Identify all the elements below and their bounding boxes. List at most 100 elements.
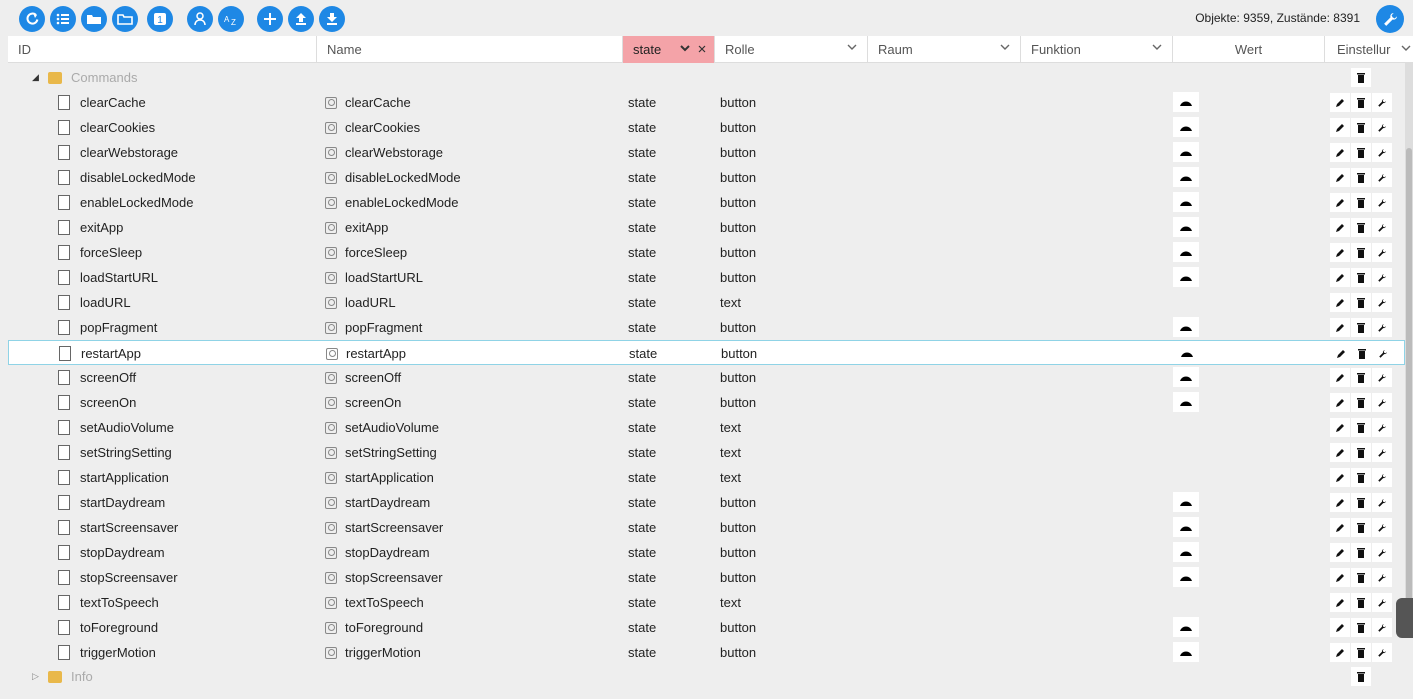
column-function[interactable]: Funktion — [1021, 36, 1173, 63]
settings-button[interactable] — [1372, 193, 1392, 212]
table-row[interactable]: toForeground toForeground state button — [8, 615, 1405, 640]
delete-button[interactable] — [1351, 393, 1371, 412]
one-level-button[interactable]: 1 — [147, 6, 173, 32]
delete-button[interactable] — [1351, 293, 1371, 312]
table-row[interactable]: loadStartURL loadStartURL state button — [8, 265, 1405, 290]
settings-button[interactable] — [1372, 568, 1392, 587]
download-button[interactable] — [319, 6, 345, 32]
table-row[interactable]: setStringSetting setStringSetting state tex… — [8, 440, 1405, 465]
settings-button[interactable] — [1372, 218, 1392, 237]
delete-button[interactable] — [1351, 368, 1371, 387]
press-button[interactable] — [1173, 392, 1199, 412]
settings-button[interactable] — [1372, 143, 1392, 162]
edit-button[interactable] — [1330, 443, 1350, 462]
column-id[interactable]: ID — [8, 36, 317, 63]
settings-button[interactable] — [1376, 5, 1404, 33]
chevron-down-icon[interactable] — [847, 43, 857, 53]
settings-button[interactable] — [1372, 468, 1392, 487]
edit-button[interactable] — [1330, 543, 1350, 562]
refresh-button[interactable] — [19, 6, 45, 32]
delete-button[interactable] — [1351, 68, 1371, 87]
table-row[interactable]: forceSleep forceSleep state button — [8, 240, 1405, 265]
edit-button[interactable] — [1330, 418, 1350, 437]
settings-button[interactable] — [1372, 443, 1392, 462]
chevron-down-icon[interactable] — [1401, 45, 1411, 53]
collapse-all-button[interactable] — [112, 6, 138, 32]
press-button[interactable] — [1173, 242, 1199, 262]
table-row[interactable]: screenOn screenOn state button — [8, 390, 1405, 415]
delete-button[interactable] — [1351, 618, 1371, 637]
edit-button[interactable] — [1330, 168, 1350, 187]
table-row[interactable]: clearCookies clearCookies state button — [8, 115, 1405, 140]
table-row[interactable]: triggerMotion triggerMotion state button — [8, 640, 1405, 665]
settings-button[interactable] — [1372, 543, 1392, 562]
clear-filter-icon[interactable] — [698, 45, 706, 53]
press-button[interactable] — [1173, 542, 1199, 562]
settings-button[interactable] — [1372, 593, 1392, 612]
table-row[interactable]: disableLockedMode disableLockedMode state b… — [8, 165, 1405, 190]
column-settings[interactable]: Einstellur — [1325, 36, 1413, 63]
delete-button[interactable] — [1351, 543, 1371, 562]
delete-button[interactable] — [1351, 193, 1371, 212]
table-row[interactable]: setAudioVolume setAudioVolume state text — [8, 415, 1405, 440]
press-button[interactable] — [1173, 567, 1199, 587]
edit-button[interactable] — [1330, 318, 1350, 337]
chevron-down-icon[interactable] — [680, 45, 690, 53]
settings-button[interactable] — [1372, 168, 1392, 187]
press-button[interactable] — [1173, 492, 1199, 512]
table-row[interactable]: startScreensaver startScreensaver state but… — [8, 515, 1405, 540]
delete-button[interactable] — [1351, 493, 1371, 512]
edit-button[interactable] — [1330, 118, 1350, 137]
table-row[interactable]: loadURL loadURL state text — [8, 290, 1405, 315]
table-row[interactable]: startApplication startApplication state tex… — [8, 465, 1405, 490]
column-type-filter[interactable]: state — [623, 36, 715, 63]
edit-button[interactable] — [1330, 268, 1350, 287]
edit-button[interactable] — [1330, 293, 1350, 312]
edit-button[interactable] — [1330, 493, 1350, 512]
table-row[interactable]: textToSpeech textToSpeech state text — [8, 590, 1405, 615]
delete-button[interactable] — [1351, 443, 1371, 462]
table-row[interactable]: exitApp exitApp state button — [8, 215, 1405, 240]
table-row[interactable]: clearCache clearCache state button — [8, 90, 1405, 115]
edit-button[interactable] — [1330, 593, 1350, 612]
expand-all-button[interactable] — [81, 6, 107, 32]
edit-button[interactable] — [1330, 368, 1350, 387]
settings-button[interactable] — [1372, 493, 1392, 512]
press-button[interactable] — [1173, 167, 1199, 187]
settings-button[interactable] — [1372, 293, 1392, 312]
table-row[interactable]: stopScreensaver stopScreensaver state butto… — [8, 565, 1405, 590]
scrollbar-thumb[interactable] — [1406, 148, 1412, 618]
settings-button[interactable] — [1372, 418, 1392, 437]
add-button[interactable] — [257, 6, 283, 32]
table-row[interactable]: startDaydream startDaydream state button — [8, 490, 1405, 515]
edit-button[interactable] — [1330, 468, 1350, 487]
settings-button[interactable] — [1372, 243, 1392, 262]
sort-button[interactable]: AZ — [218, 6, 244, 32]
delete-button[interactable] — [1351, 268, 1371, 287]
edit-button[interactable] — [1330, 618, 1350, 637]
table-row[interactable]: popFragment popFragment state button — [8, 315, 1405, 340]
press-button[interactable] — [1174, 343, 1200, 363]
delete-button[interactable] — [1351, 418, 1371, 437]
press-button[interactable] — [1173, 642, 1199, 662]
collapse-toggle[interactable]: ◢ — [32, 65, 39, 90]
press-button[interactable] — [1173, 317, 1199, 337]
table-row[interactable]: stopDaydream stopDaydream state button — [8, 540, 1405, 565]
edit-button[interactable] — [1330, 93, 1350, 112]
expand-toggle[interactable]: ▷ — [32, 664, 39, 689]
delete-button[interactable] — [1351, 468, 1371, 487]
table-row[interactable]: restartApp restartApp state button — [8, 340, 1405, 365]
edit-button[interactable] — [1330, 243, 1350, 262]
delete-button[interactable] — [1351, 667, 1371, 686]
edit-button[interactable] — [1330, 643, 1350, 662]
side-panel-toggle[interactable] — [1396, 598, 1413, 638]
press-button[interactable] — [1173, 192, 1199, 212]
chevron-down-icon[interactable] — [1000, 43, 1010, 53]
delete-button[interactable] — [1351, 518, 1371, 537]
delete-button[interactable] — [1351, 593, 1371, 612]
edit-button[interactable] — [1330, 218, 1350, 237]
settings-button[interactable] — [1372, 643, 1392, 662]
table-row[interactable]: clearWebstorage clearWebstorage state butto… — [8, 140, 1405, 165]
press-button[interactable] — [1173, 517, 1199, 537]
delete-button[interactable] — [1352, 344, 1372, 363]
